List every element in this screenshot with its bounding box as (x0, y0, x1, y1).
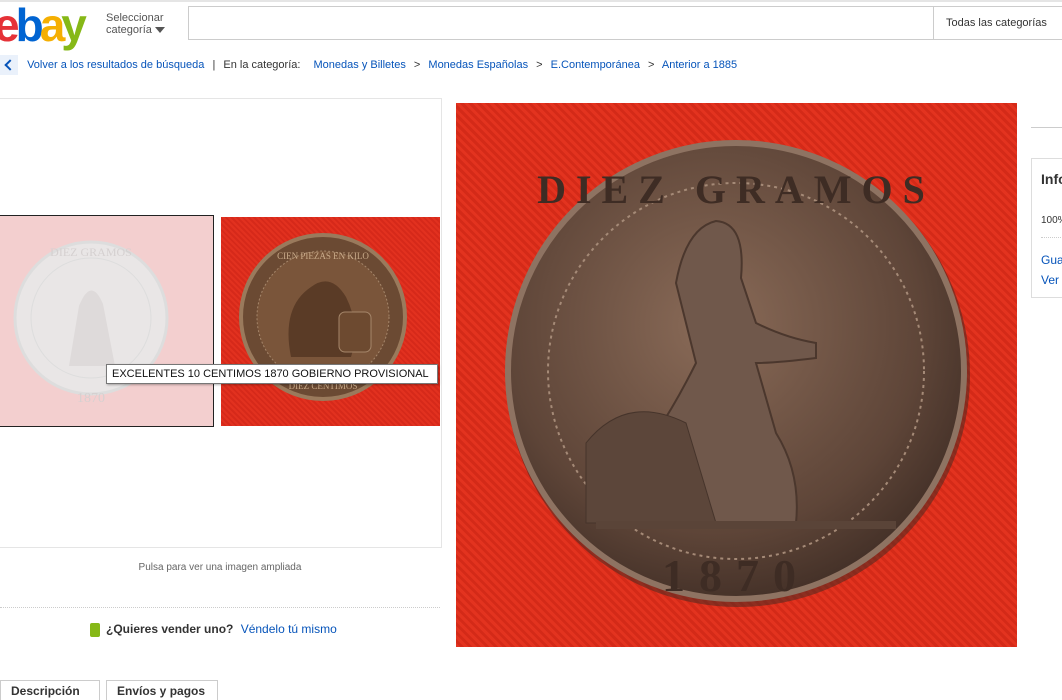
category-select-line2: categoría (106, 24, 152, 36)
category-select-line1: Seleccionar (106, 12, 164, 24)
view-link[interactable]: Ver (1041, 273, 1059, 287)
breadcrumb-separator: > (413, 59, 421, 71)
info-title: Info (1041, 171, 1062, 187)
back-arrow-icon[interactable] (0, 55, 18, 75)
back-to-results-link[interactable]: Volver a los resultados de búsqueda (27, 59, 204, 71)
ebay-logo[interactable]: ebay (0, 0, 87, 51)
logo-e: e (0, 0, 20, 51)
main-image[interactable]: DIEZ GRAMOS 1870 (456, 103, 1017, 647)
thumb1-top-text: DIEZ GRAMOS (50, 245, 132, 259)
thumbnail-2[interactable]: CIEN PIEZAS EN KILO DIEZ CENTIMOS (221, 217, 440, 426)
breadcrumb-item[interactable]: Monedas y Billetes (314, 59, 406, 71)
breadcrumb-separator: > (536, 59, 543, 71)
coin-obverse-large: DIEZ GRAMOS 1870 (505, 140, 970, 607)
main-coin-year: 1870 (662, 550, 810, 601)
thumbnail-1[interactable]: DIEZ GRAMOS 1870 (0, 215, 214, 427)
sell-question: ¿Quieres vender uno? (106, 622, 234, 636)
tab-description[interactable]: Descripción (0, 680, 100, 700)
chevron-down-icon (154, 27, 165, 34)
divider (0, 607, 440, 608)
logo-b: b (15, 0, 44, 51)
in-category-label: En la categoría: (223, 59, 301, 71)
enlarge-hint: Pulsa para ver una imagen ampliada (138, 562, 302, 573)
info-divider (1041, 237, 1062, 238)
price-tag-icon (90, 622, 100, 637)
thumb1-year: 1870 (77, 391, 105, 406)
image-tooltip: EXCELENTES 10 CENTIMOS 1870 GOBIERNO PRO… (106, 364, 438, 384)
breadcrumb-pipe: | (212, 59, 216, 71)
sell-it-yourself-link[interactable]: Véndelo tú mismo (241, 622, 337, 636)
category-select[interactable]: Seleccionar categoría (106, 12, 165, 36)
logo-a: a (39, 0, 66, 51)
seller-info-box: Info 100% Guardar Ver (1031, 158, 1062, 298)
feedback-percent: 100% (1041, 215, 1062, 226)
breadcrumb-item[interactable]: Anterior a 1885 (662, 59, 737, 71)
save-seller-link[interactable]: Guardar (1041, 253, 1062, 267)
search-bar: Todas las categorías (188, 6, 1062, 40)
breadcrumb: Volver a los resultados de búsqueda | En… (0, 55, 737, 75)
breadcrumb-separator: > (648, 59, 655, 71)
breadcrumb-item[interactable]: E.Contemporánea (551, 59, 640, 71)
thumb2-top-text: CIEN PIEZAS EN KILO (277, 251, 369, 261)
search-input[interactable] (189, 7, 945, 39)
tab-shipping[interactable]: Envíos y pagos (106, 680, 218, 700)
right-divider (1031, 127, 1062, 128)
all-categories-select[interactable]: Todas las categorías (933, 7, 1062, 39)
logo-y: y (61, 0, 87, 51)
coin-reverse-thumb: CIEN PIEZAS EN KILO DIEZ CENTIMOS (239, 233, 407, 401)
coin-obverse-thumb: DIEZ GRAMOS 1870 (13, 240, 169, 406)
breadcrumb-item[interactable]: Monedas Españolas (428, 59, 528, 71)
top-border (0, 0, 1062, 2)
sell-one-prompt: ¿Quieres vender uno? Véndelo tú mismo (90, 622, 337, 637)
main-coin-top-text: DIEZ GRAMOS (537, 167, 935, 212)
